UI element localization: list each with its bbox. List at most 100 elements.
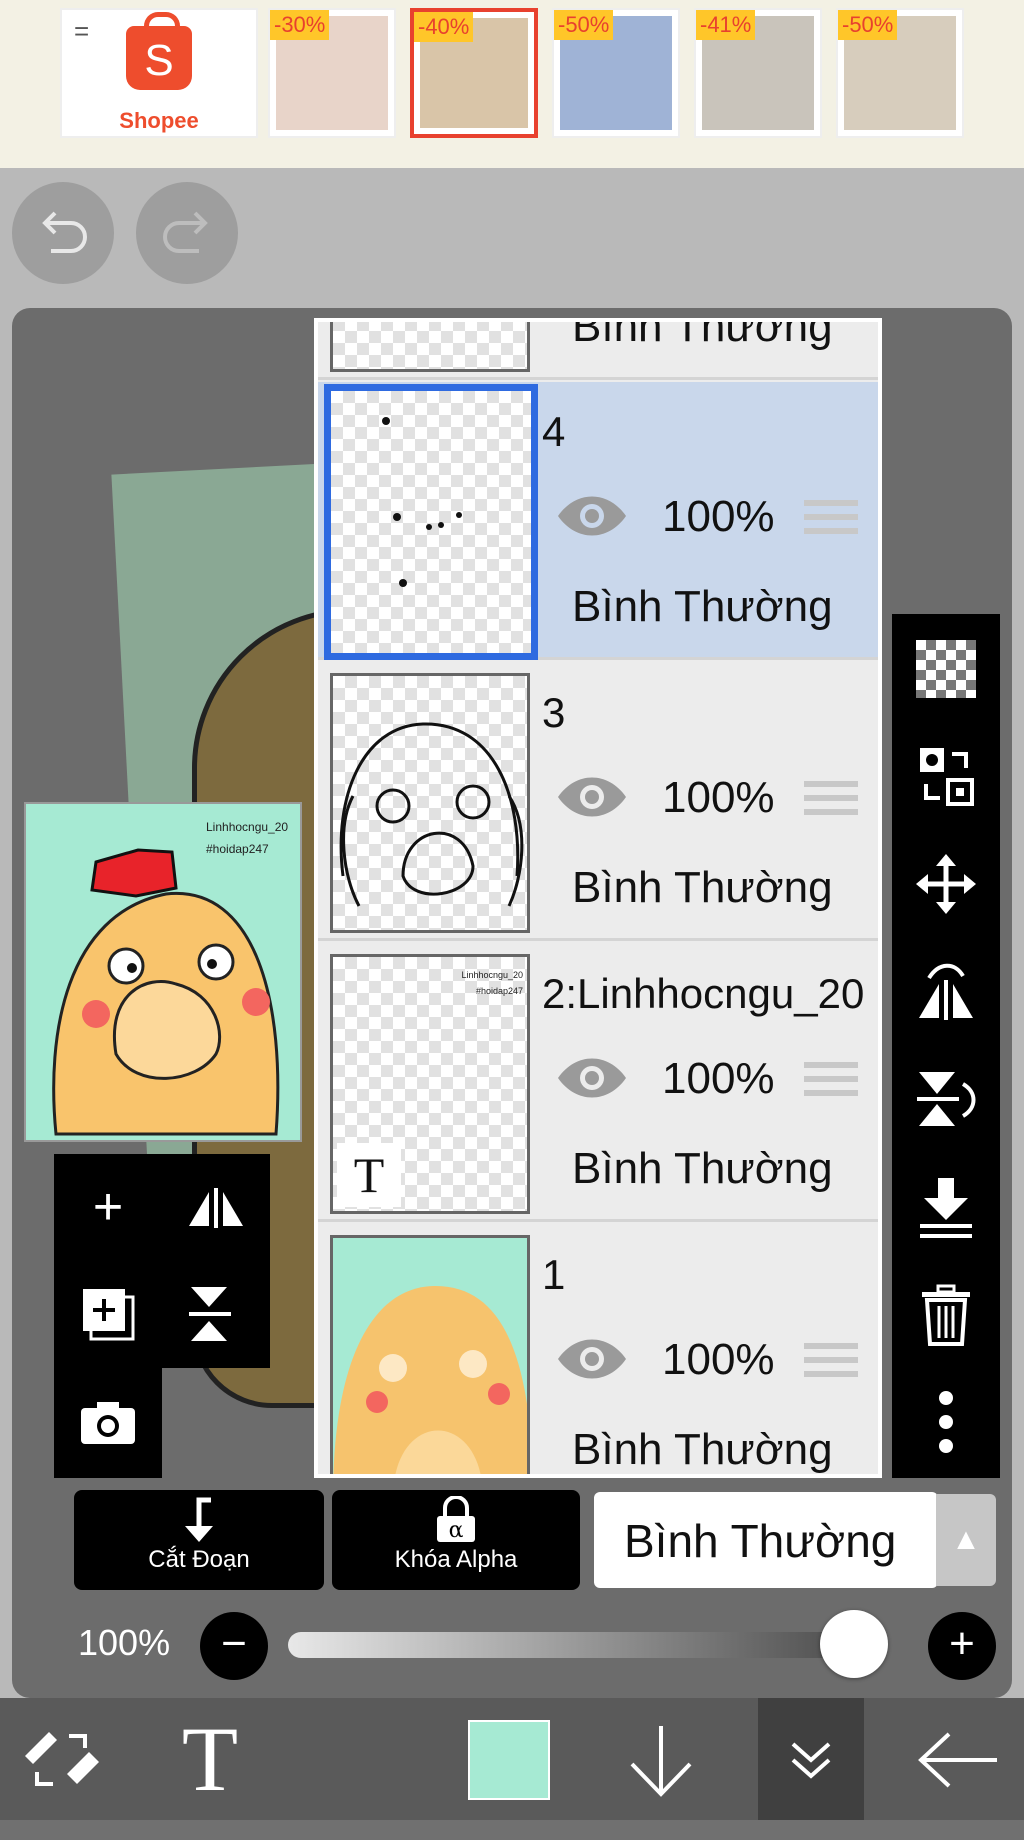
layer-blend-mode: Bình Thường	[572, 582, 833, 631]
layer-thumbnail-art	[333, 1285, 527, 1474]
layer-thumbnail	[330, 673, 530, 933]
layer-thumbnail: Linhhocngu_20 #hoidap247 T	[330, 954, 530, 1214]
menu-icon[interactable]: =	[74, 16, 89, 47]
flip-horizontal-button[interactable]	[892, 938, 1000, 1046]
add-layer-button[interactable]: +	[54, 1154, 162, 1261]
duplicate-layer-button[interactable]	[54, 1261, 162, 1368]
ad-product-card[interactable]: -40%	[410, 8, 538, 138]
flip-horizontal-button[interactable]	[162, 1154, 270, 1261]
layer-thumbnail-text-line: Linhhocngu_20	[461, 970, 523, 980]
layer-thumbnail	[330, 322, 530, 372]
drag-handle-icon[interactable]	[804, 1062, 858, 1102]
download-button[interactable]	[616, 1698, 706, 1820]
more-icon	[939, 1391, 953, 1453]
ad-product-card[interactable]: -41%	[694, 8, 822, 138]
double-chevron-down-icon	[791, 1742, 831, 1779]
ad-product-card[interactable]: -30%	[268, 8, 396, 138]
lock-icon: α	[332, 1490, 580, 1546]
discount-badge: -40%	[414, 12, 474, 42]
move-button[interactable]	[892, 830, 1000, 938]
back-button[interactable]	[908, 1698, 1008, 1820]
layer-row-selected[interactable]: 4 100% Bình Thường	[318, 382, 878, 660]
visibility-eye-icon[interactable]	[556, 1337, 628, 1381]
layer-list[interactable]: Bình Thường 4 100% Bình Thường 3 100% Bì…	[314, 318, 882, 1478]
bottom-toolbar: T	[0, 1698, 1024, 1820]
layer-row[interactable]: 3 100% Bình Thường	[318, 663, 878, 941]
layer-thumbnail	[330, 1235, 530, 1474]
flip-vertical-button[interactable]	[162, 1261, 270, 1368]
more-options-button[interactable]	[892, 1370, 1000, 1478]
merge-down-button[interactable]	[892, 1154, 1000, 1262]
discount-badge: -50%	[838, 10, 898, 40]
clipping-button[interactable]: Cắt Đoạn	[74, 1490, 324, 1590]
layer-thumbnail-art	[339, 722, 524, 907]
camera-icon	[81, 1402, 135, 1444]
layer-row[interactable]: Linhhocngu_20 #hoidap247 T 2:Linhhocngu_…	[318, 944, 878, 1222]
flip-horizontal-icon	[189, 1188, 243, 1228]
layer-row[interactable]: 1 100% Bình Thường	[318, 1225, 878, 1474]
transparent-icon	[916, 640, 976, 698]
color-swatch[interactable]	[468, 1720, 550, 1800]
ad-product-card[interactable]: -50%	[836, 8, 964, 138]
preview-credit: Linhhocngu_20 #hoidap247	[206, 816, 288, 860]
layer-name: 3	[542, 689, 566, 736]
undo-icon	[42, 211, 87, 253]
discount-badge: -50%	[554, 10, 614, 40]
plus-icon: +	[949, 1619, 975, 1668]
transparent-button[interactable]	[892, 614, 1000, 722]
opacity-increase-button[interactable]: +	[928, 1612, 996, 1680]
brush-eraser-toggle[interactable]	[12, 1698, 112, 1820]
clip-arrow-icon	[74, 1490, 324, 1546]
opacity-decrease-button[interactable]: −	[200, 1612, 268, 1680]
opacity-label: 100%	[78, 1622, 171, 1663]
opacity-slider[interactable]	[288, 1632, 888, 1658]
ad-product-card[interactable]: -50%	[552, 8, 680, 138]
shopee-brand: Shopee	[119, 108, 199, 133]
text-tool-button[interactable]: T	[160, 1698, 260, 1820]
drag-handle-icon[interactable]	[804, 1343, 858, 1383]
camera-button[interactable]	[54, 1368, 162, 1475]
layer-thumbnail	[324, 384, 538, 660]
layer-blend-mode: Bình Thường	[572, 318, 833, 351]
duplicate-layer-icon	[83, 1289, 135, 1341]
alpha-lock-button[interactable]: α Khóa Alpha	[332, 1490, 580, 1590]
merge-down-icon	[920, 1178, 972, 1238]
layer-tools-panel: +	[54, 1154, 270, 1368]
ad-banner[interactable]: = S Shopee -30% -40% -50% -41% -50%	[0, 0, 1024, 168]
drag-handle-icon[interactable]	[804, 500, 858, 540]
redo-button[interactable]	[136, 182, 238, 284]
blend-mode-select[interactable]: Bình Thường	[594, 1492, 938, 1588]
preview-credit-line: Linhhocngu_20	[206, 820, 289, 834]
shopee-ad-card[interactable]: = S Shopee	[60, 8, 258, 138]
drag-handle-icon[interactable]	[804, 781, 858, 821]
swap-layer-icon	[920, 748, 974, 806]
blend-mode-value: Bình Thường	[624, 1515, 897, 1567]
flip-horizontal-icon	[919, 963, 973, 1020]
layer-row[interactable]: Bình Thường	[318, 318, 878, 380]
trash-icon	[922, 1284, 970, 1346]
layer-thumbnail-text-line: #hoidap247	[475, 986, 523, 996]
opacity-slider-knob[interactable]	[820, 1610, 888, 1678]
visibility-eye-icon[interactable]	[556, 494, 628, 538]
blend-mode-dropdown-arrow[interactable]: ▲	[936, 1494, 996, 1586]
layer-blend-mode: Bình Thường	[572, 863, 833, 912]
undo-button[interactable]	[12, 182, 114, 284]
text-layer-icon: T	[337, 1143, 401, 1207]
layer-opacity: 100%	[662, 492, 775, 541]
redo-icon	[163, 211, 208, 253]
flip-vertical-button[interactable]	[892, 1046, 1000, 1154]
visibility-eye-icon[interactable]	[556, 775, 628, 819]
visibility-eye-icon[interactable]	[556, 1056, 628, 1100]
layer-opacity: 100%	[662, 1335, 775, 1384]
flip-vertical-icon	[189, 1287, 231, 1341]
delete-layer-button[interactable]	[892, 1262, 1000, 1370]
shopee-bag-icon: S	[126, 12, 192, 90]
add-layer-icon: +	[92, 1178, 124, 1236]
caret-up-icon: ▲	[951, 1523, 981, 1556]
arrow-left-icon	[918, 1732, 997, 1788]
layer-opacity: 100%	[662, 773, 775, 822]
canvas-preview[interactable]: Linhhocngu_20 #hoidap247	[24, 802, 302, 1142]
layer-thumbnail-art	[382, 417, 462, 587]
swap-layer-button[interactable]	[892, 722, 1000, 830]
collapse-panel-button[interactable]	[758, 1698, 864, 1820]
